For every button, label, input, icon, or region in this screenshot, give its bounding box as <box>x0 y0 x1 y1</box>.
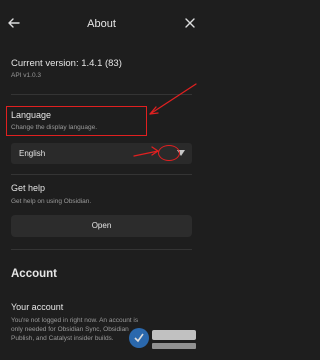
divider <box>11 94 192 95</box>
get-help-description: Get help on using Obsidian. <box>11 198 92 205</box>
dropdown-circle-highlight <box>158 145 180 161</box>
api-version: API v1.0.3 <box>11 72 41 79</box>
divider <box>11 249 192 250</box>
current-version: Current version: 1.4.1 (83) <box>11 58 122 69</box>
get-help-title: Get help <box>11 183 46 193</box>
open-button[interactable]: Open <box>11 215 192 237</box>
arrow-to-language <box>149 83 197 115</box>
your-account-title: Your account <box>11 302 64 312</box>
about-screen: About Current version: 1.4.1 (83) API v1… <box>0 0 203 360</box>
language-selected-value: English <box>19 149 46 158</box>
divider <box>11 174 192 175</box>
header-bar: About <box>0 0 203 48</box>
page-title: About <box>87 18 116 30</box>
account-heading: Account <box>11 268 57 280</box>
watermark-logo <box>129 328 196 349</box>
arrow-head-language <box>149 106 159 115</box>
language-highlight-box <box>6 106 147 136</box>
close-icon[interactable] <box>182 15 198 31</box>
